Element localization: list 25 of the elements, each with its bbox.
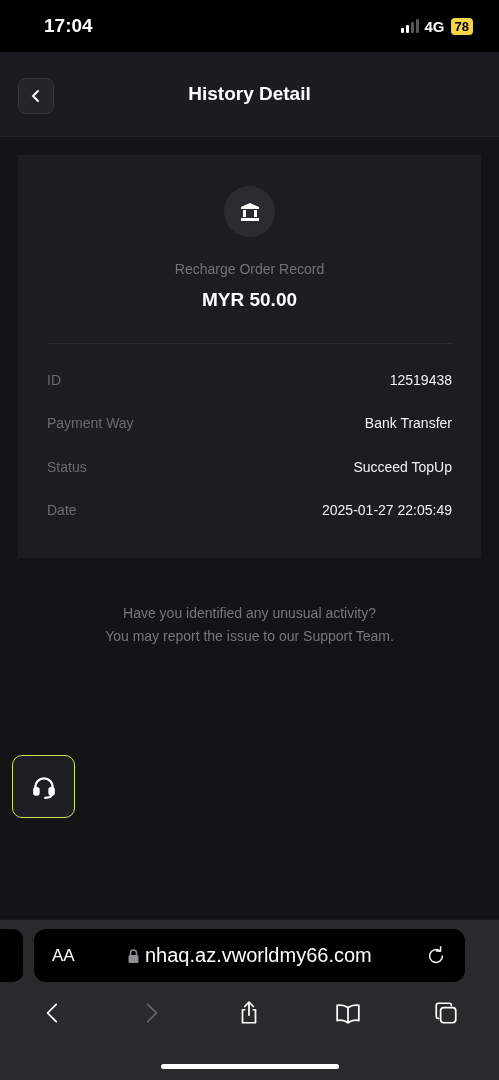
detail-value: Succeed TopUp xyxy=(353,458,452,475)
amount: MYR 50.00 xyxy=(201,289,297,311)
detail-label: Date xyxy=(47,502,77,519)
signal-icon xyxy=(400,19,419,33)
support-button[interactable] xyxy=(12,755,75,818)
record-type: Recharge Order Record xyxy=(174,261,325,277)
detail-label: Status xyxy=(47,458,87,475)
notice-text: Have you identified any unusual activity? xyxy=(122,604,377,623)
lock-icon xyxy=(127,948,139,963)
status-time: 17:04 xyxy=(44,15,93,37)
address-bar[interactable]: AA nhaq.az.vworldmy66.com xyxy=(34,929,465,982)
battery-level: 78 xyxy=(450,17,473,35)
url-text: nhaq.az.vworldmy66.com xyxy=(144,944,372,967)
detail-value: 2025-01-27 22:05:49 xyxy=(322,502,452,519)
page-title: History Detail xyxy=(188,83,311,105)
text-size-button[interactable]: AA xyxy=(52,945,75,966)
network-label: 4G xyxy=(424,17,445,35)
detail-value: Bank Transfer xyxy=(364,415,452,432)
detail-label: Payment Way xyxy=(47,415,134,432)
detail-label: ID xyxy=(47,371,61,388)
back-button[interactable] xyxy=(18,78,54,114)
bank-icon xyxy=(239,201,260,222)
notice-text: You may report the issue to our Support Team. xyxy=(104,627,395,646)
tabs-icon xyxy=(432,1000,459,1026)
detail-value: 12519438 xyxy=(389,371,452,388)
